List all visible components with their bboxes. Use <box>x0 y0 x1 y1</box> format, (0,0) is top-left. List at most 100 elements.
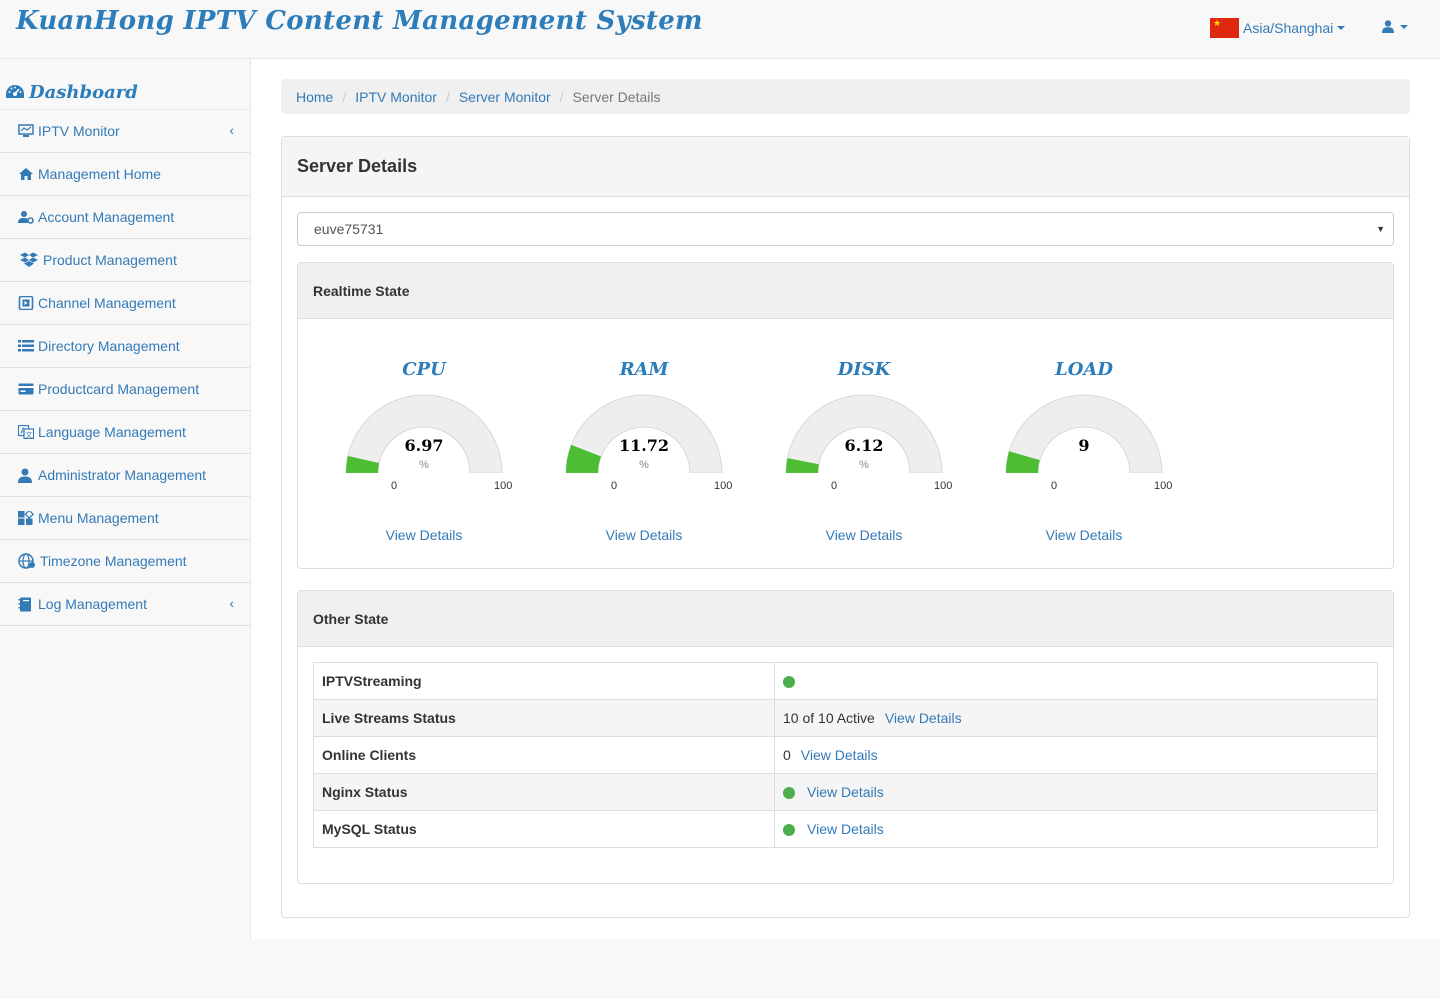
sidebar-item-label: Product Management <box>43 252 177 268</box>
gauge-value: 6.12 <box>844 436 884 455</box>
load-view-details-link[interactable]: View Details <box>996 527 1172 543</box>
gauge-value: 6.97 <box>404 436 444 455</box>
gauge-title: CPU <box>402 359 446 380</box>
sidebar-item-management-home[interactable]: Management Home <box>0 153 250 196</box>
gauge-title: LOAD <box>1055 359 1113 380</box>
live-streams-view-details-link[interactable]: View Details <box>885 710 962 726</box>
row-value: 10 of 10 Active View Details <box>774 699 1378 737</box>
breadcrumb-home[interactable]: Home <box>296 89 333 105</box>
gauge-min-label: 0 <box>1051 480 1058 492</box>
user-icon <box>1382 20 1394 33</box>
sidebar-item-timezone-management[interactable]: Timezone Management <box>0 540 250 583</box>
status-ok-dot <box>783 787 795 800</box>
home-icon <box>17 166 35 182</box>
gauge-title: RAM <box>619 359 669 380</box>
live-streams-count: 10 of 10 Active <box>783 710 875 726</box>
status-ok-dot <box>783 676 795 689</box>
gauge-max-label: 100 <box>934 480 953 492</box>
svg-text:文: 文 <box>26 430 33 439</box>
ram-view-details-link[interactable]: View Details <box>556 527 732 543</box>
gauge-dial <box>1005 394 1163 473</box>
realtime-state-title: Realtime State <box>298 263 1393 319</box>
sidebar: Dashboard IPTV Monitor ‹ Management Home… <box>0 59 251 939</box>
row-label: IPTVStreaming <box>313 662 775 700</box>
sidebar-item-menu-management[interactable]: Menu Management <box>0 497 250 540</box>
sidebar-item-label: Management Home <box>38 166 161 182</box>
dashboard-icon <box>6 85 24 98</box>
book-icon <box>17 596 35 612</box>
sidebar-item-productcard-management[interactable]: Productcard Management <box>0 368 250 411</box>
server-select-value: euve75731 <box>314 221 384 237</box>
sidebar-item-account-management[interactable]: Account Management <box>0 196 250 239</box>
user-icon <box>17 467 35 483</box>
other-state-panel: Other State IPTVStreaming Live Streams S… <box>297 590 1394 884</box>
row-label: Online Clients <box>313 736 775 774</box>
gauge-max-label: 100 <box>1154 480 1173 492</box>
user-gear-icon <box>17 209 35 225</box>
table-row: Online Clients 0 View Details <box>313 736 1378 774</box>
sidebar-item-iptv-monitor[interactable]: IPTV Monitor ‹ <box>0 110 250 153</box>
page-title: Server Details <box>282 137 1409 197</box>
status-ok-dot <box>783 824 795 837</box>
sidebar-item-directory-management[interactable]: Directory Management <box>0 325 250 368</box>
server-select[interactable]: euve75731 ▼ <box>297 212 1394 246</box>
sidebar-item-label: Administrator Management <box>38 467 207 483</box>
gauge-min-label: 0 <box>391 480 398 492</box>
row-label: Nginx Status <box>313 773 775 811</box>
table-row: Nginx Status View Details <box>313 773 1378 811</box>
row-value <box>774 662 1378 700</box>
dropbox-icon <box>17 252 40 268</box>
sidebar-item-language-management[interactable]: A文 Language Management <box>0 411 250 454</box>
china-flag-icon <box>1210 18 1239 38</box>
sidebar-item-administrator-management[interactable]: Administrator Management <box>0 454 250 497</box>
table-row: MySQL Status View Details <box>313 810 1378 848</box>
gauge-unit: % <box>419 459 429 471</box>
sidebar-dashboard-link[interactable]: Dashboard <box>0 59 250 110</box>
sidebar-item-label: IPTV Monitor <box>38 123 120 139</box>
mysql-view-details-link[interactable]: View Details <box>807 821 884 837</box>
table-row: IPTVStreaming <box>313 662 1378 700</box>
sidebar-item-label: Timezone Management <box>40 553 187 569</box>
gauge-title: DISK <box>837 359 891 380</box>
globe-icon <box>17 553 37 569</box>
gauge-ram: RAM 11.72 % 0 100 View Details <box>556 355 732 555</box>
other-state-title: Other State <box>298 591 1393 647</box>
gauge-load: LOAD 9 0 100 View Details <box>996 355 1172 555</box>
cpu-view-details-link[interactable]: View Details <box>336 527 512 543</box>
disk-view-details-link[interactable]: View Details <box>776 527 952 543</box>
gauge-max-label: 100 <box>494 480 513 492</box>
gauge-value: 9 <box>1078 436 1090 455</box>
server-details-panel: Server Details euve75731 ▼ Realtime Stat… <box>281 136 1410 918</box>
breadcrumb-separator: / <box>445 88 450 105</box>
timezone-label: Asia/Shanghai <box>1243 20 1334 36</box>
row-value: 0 View Details <box>774 736 1378 774</box>
sidebar-item-product-management[interactable]: Product Management <box>0 239 250 282</box>
breadcrumb-iptv-monitor[interactable]: IPTV Monitor <box>355 89 437 105</box>
sidebar-item-label: Account Management <box>38 209 175 225</box>
card-icon <box>17 381 35 397</box>
sidebar-item-channel-management[interactable]: Channel Management <box>0 282 250 325</box>
caret-down-icon <box>1337 26 1346 30</box>
grid-icon <box>17 510 35 526</box>
row-label: MySQL Status <box>313 810 775 848</box>
breadcrumb-separator: / <box>342 88 347 105</box>
play-square-icon <box>17 295 35 311</box>
nginx-view-details-link[interactable]: View Details <box>807 784 884 800</box>
table-row: Live Streams Status 10 of 10 Active View … <box>313 699 1378 737</box>
sidebar-item-label: Directory Management <box>38 338 180 354</box>
select-arrow-icon: ▼ <box>1376 224 1385 234</box>
chevron-left-icon: ‹ <box>229 595 234 611</box>
gauge-unit: % <box>859 459 869 471</box>
realtime-state-panel: Realtime State CPU 6.97 % 0 100 View Det… <box>297 262 1394 569</box>
row-value: View Details <box>774 810 1378 848</box>
brand-title[interactable]: KuanHong IPTV Content Management System <box>16 6 703 36</box>
sidebar-title: Dashboard <box>29 81 138 103</box>
sidebar-item-log-management[interactable]: Log Management ‹ <box>0 583 250 626</box>
breadcrumb-server-monitor[interactable]: Server Monitor <box>459 89 551 105</box>
timezone-dropdown[interactable]: Asia/Shanghai <box>1210 18 1346 38</box>
gauge-disk: DISK 6.12 % 0 100 View Details <box>776 355 952 555</box>
language-icon: A文 <box>17 424 35 440</box>
user-menu-dropdown[interactable] <box>1382 20 1408 33</box>
breadcrumb-current: Server Details <box>572 88 661 105</box>
online-clients-view-details-link[interactable]: View Details <box>801 747 878 763</box>
